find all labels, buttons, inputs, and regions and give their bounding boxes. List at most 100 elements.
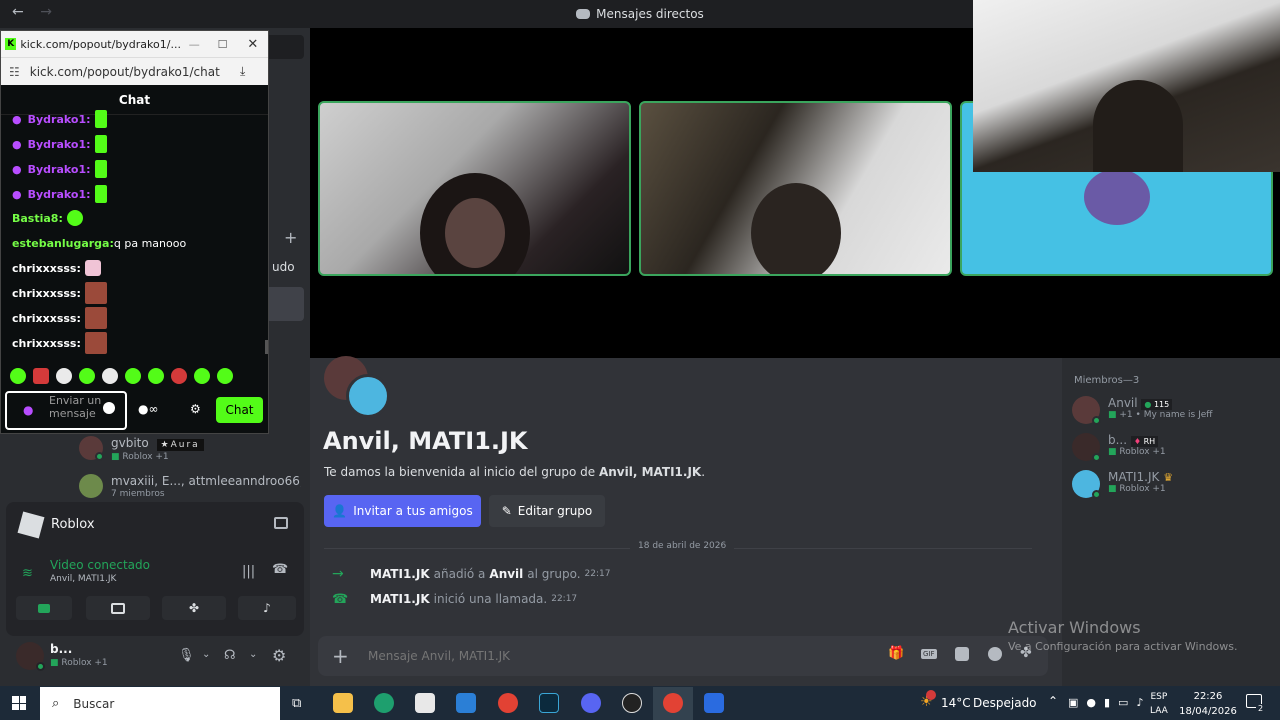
chrome-icon[interactable] [498, 693, 518, 713]
weather-temp[interactable]: 14°C [941, 696, 971, 710]
emote-icon[interactable] [217, 368, 233, 384]
user-avatar[interactable] [16, 642, 45, 671]
sidebar-selected-item[interactable] [269, 287, 304, 321]
emote-icon[interactable] [148, 368, 164, 384]
chat-username[interactable]: Bydrako1: [28, 138, 91, 151]
store-icon[interactable] [415, 693, 435, 713]
event-actor[interactable]: MATI1.JK [370, 567, 430, 581]
chat-username[interactable]: Bydrako1: [28, 188, 91, 201]
phone-icon: ☎ [332, 591, 349, 607]
vegas-icon[interactable] [539, 693, 559, 713]
mic-icon[interactable]: 🎙 [178, 648, 195, 663]
send-chat-button[interactable]: Chat [216, 397, 263, 423]
message-input[interactable] [368, 646, 868, 666]
obs-icon[interactable] [622, 693, 642, 713]
chat-username[interactable]: Bastia8: [12, 212, 63, 225]
popup-url[interactable]: kick.com/popout/bydrako1/chat [30, 65, 240, 79]
camera-button[interactable] [16, 596, 72, 620]
sidebar-partial-label[interactable]: udo [272, 260, 295, 274]
emote-icon[interactable] [79, 368, 95, 384]
edge-icon[interactable] [374, 693, 394, 713]
chat-settings-icon[interactable]: ⚙ [190, 402, 201, 416]
soundboard-icon[interactable]: ||| [242, 564, 255, 579]
chevron-down-icon[interactable]: ⌄ [202, 649, 210, 660]
file-explorer-icon[interactable] [333, 693, 353, 713]
chat-username[interactable]: Bydrako1: [28, 163, 91, 176]
popup-title-bar: K kick.com/popout/bydrako1/... — ☐ ✕ [1, 31, 268, 57]
chrome-profile-icon[interactable] [663, 693, 683, 713]
tray-chevron-icon[interactable]: ⌃ [1048, 694, 1058, 708]
download-icon[interactable]: ⤓ [240, 64, 268, 79]
chat-username[interactable]: chrixxxsss: [12, 312, 81, 325]
task-view-icon[interactable]: ⧉ [292, 696, 301, 711]
member-mati[interactable]: MATI1.JK ♛ ■ Roblox +1 [1072, 470, 1173, 499]
emote-icon[interactable] [56, 368, 72, 384]
gif-icon[interactable]: GIF [921, 649, 937, 659]
chat-emote [84, 307, 107, 329]
weather-desc[interactable]: Despejado [973, 696, 1037, 710]
forward-arrow-icon[interactable]: → [40, 4, 52, 20]
dm-item-group[interactable]: mvaxiii, E..., attmleeanndroo66,... 7 mi… [75, 470, 303, 502]
chat-username[interactable]: chrixxxsss: [12, 262, 81, 275]
event-actor[interactable]: MATI1.JK [370, 592, 430, 606]
chat-scrollbar[interactable] [265, 340, 268, 354]
soundboard-button[interactable]: ♪ [238, 596, 296, 620]
maximize-icon[interactable]: ☐ [207, 38, 237, 51]
emoji-icon[interactable] [103, 402, 115, 414]
sidebar-search-box[interactable] [269, 35, 304, 59]
back-arrow-icon[interactable]: ← [12, 4, 24, 20]
emote-icon[interactable] [10, 368, 26, 384]
emote-icon[interactable] [125, 368, 141, 384]
video-tile-b[interactable] [639, 101, 952, 276]
mail-icon[interactable] [456, 693, 476, 713]
member-anvil[interactable]: Anvil ● 115 ■ +1 • My name is Jeff [1072, 396, 1212, 425]
chat-username[interactable]: estebanlugarga: [12, 237, 114, 250]
kick-logo-icon: K [5, 38, 17, 50]
chat-username[interactable]: Bydrako1: [28, 113, 91, 126]
close-icon[interactable]: ✕ [238, 37, 268, 52]
emoji-icon[interactable] [988, 647, 1002, 661]
minimize-icon[interactable]: — [181, 38, 207, 51]
clock-date: 18/04/2026 [1179, 706, 1237, 717]
clock[interactable]: 22:26 18/04/2026 [1178, 689, 1238, 719]
user-name[interactable]: b... [50, 642, 72, 656]
edit-group-button[interactable]: ✎ Editar grupo [489, 495, 605, 527]
gift-icon[interactable]: 🎁 [888, 646, 904, 661]
chat-emote [66, 210, 83, 226]
disconnect-icon[interactable]: ☎ [272, 562, 288, 577]
member-b[interactable]: b... ♦ RH ■ Roblox +1 [1072, 433, 1166, 462]
emote-icon[interactable] [171, 368, 187, 384]
mic-icon[interactable]: ● [23, 403, 33, 417]
gear-icon[interactable]: ⚙ [272, 646, 286, 665]
activities-button[interactable]: ✤ [162, 596, 226, 620]
chat-username[interactable]: chrixxxsss: [12, 287, 81, 300]
voice-channel[interactable]: Anvil, MATI1.JK [50, 574, 116, 584]
discord-taskbar-icon[interactable] [581, 693, 601, 713]
emote-icon[interactable] [194, 368, 210, 384]
site-settings-icon[interactable]: ☷ [9, 65, 20, 79]
chat-input-box[interactable]: ● Enviar un mensaje [5, 391, 127, 430]
share-screen-button[interactable] [86, 596, 150, 620]
tray-icons[interactable]: ▣●▮▭♪ [1068, 696, 1151, 709]
emote-icon[interactable] [33, 368, 49, 384]
roblox-taskbar-icon[interactable] [704, 693, 724, 713]
self-camera-preview[interactable] [973, 0, 1280, 172]
video-tile-anvil[interactable] [318, 101, 631, 276]
invite-friends-button[interactable]: 👤 Invitar a tus amigos [324, 495, 481, 527]
sticker-icon[interactable] [955, 647, 969, 661]
plus-icon[interactable]: + [332, 644, 349, 668]
emote-icon[interactable] [102, 368, 118, 384]
taskbar-search[interactable]: ⌕ Buscar [40, 687, 280, 720]
dm-item-gvbito[interactable]: gvbito ★Aura ■ Roblox +1 [75, 434, 303, 466]
voice-status[interactable]: Video conectado [50, 558, 150, 572]
chat-emote [84, 260, 101, 276]
event-target[interactable]: Anvil [489, 567, 523, 581]
channel-points-icon[interactable]: ●∞ [138, 402, 158, 416]
chat-username[interactable]: chrixxxsss: [12, 337, 81, 350]
headphones-icon[interactable]: ☊ [224, 648, 236, 663]
windows-start-icon[interactable] [12, 696, 26, 710]
language-indicator[interactable]: ESP LAA [1150, 690, 1168, 718]
add-dm-icon[interactable]: + [284, 228, 297, 247]
chevron-down-icon[interactable]: ⌄ [249, 649, 257, 660]
screen-share-icon[interactable] [274, 517, 288, 529]
